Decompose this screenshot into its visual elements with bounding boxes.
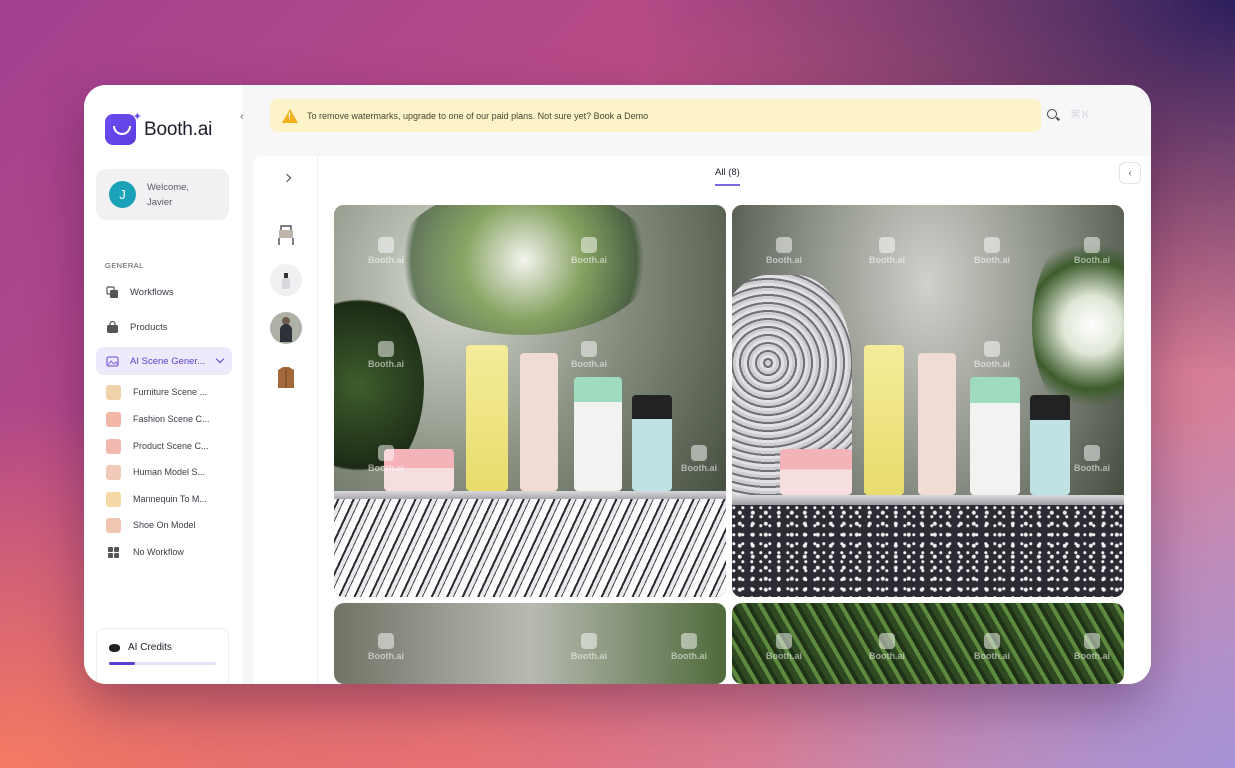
watermark: Booth.ai [972,633,1012,661]
subitem-label: Mannequin To M... [133,494,207,504]
subitem-label: Fashion Scene C... [133,414,210,424]
workflows-icon [106,285,119,299]
human-model-thumbnail-icon [106,464,121,480]
subitem-label: Shoe On Model [133,520,196,530]
watermark: Booth.ai [679,445,719,473]
furniture-thumbnail-icon [106,384,121,400]
sidebar: ✦ Booth.ai J Welcome, Javier GENERAL Wor… [84,85,242,684]
watermark: Booth.ai [1072,633,1112,661]
sidebar-item-label: AI Scene Gener... [130,355,205,367]
credits-progress-fill [109,662,135,665]
chevron-down-icon [215,354,225,364]
watermark: Booth.ai [1072,445,1112,473]
watermark: Booth.ai [366,341,406,369]
subitem-shoe-on-model[interactable]: Shoe On Model [106,515,226,535]
watermark-upgrade-banner[interactable]: To remove watermarks, upgrade to one of … [270,99,1041,132]
green-tube [574,377,622,491]
subitem-human-model[interactable]: Human Model S... [106,462,226,482]
banner-text: To remove watermarks, upgrade to one of … [307,110,649,121]
man-model-thumbnail[interactable] [270,312,302,344]
tab-all[interactable]: All (8) [715,167,740,186]
gallery-panel: All (8) ‹ Booth.ai Booth.ai Booth.ai Boo… [254,156,1151,684]
jacket-thumbnail[interactable] [270,360,302,392]
grid-icon [106,545,121,560]
product-thumbnail-rail [254,156,318,684]
generated-image-4[interactable]: Booth.ai Booth.ai Booth.ai Booth.ai [732,603,1124,684]
subitem-product-scene[interactable]: Product Scene C... [106,436,226,456]
subitem-furniture-scene[interactable]: Furniture Scene ... [106,382,226,402]
collapse-sidebar-icon[interactable]: ‹ [240,111,244,123]
section-label-general: GENERAL [105,261,144,270]
credits-progress-bar [109,662,216,665]
watermark: Booth.ai [867,633,907,661]
shoe-thumbnail-icon [106,517,121,533]
subitem-label: Human Model S... [133,467,206,477]
sidebar-item-workflows[interactable]: Workflows [96,278,232,306]
chevron-left-icon[interactable]: ‹ [1119,162,1141,184]
fashion-thumbnail-icon [106,411,121,427]
generated-image-1[interactable]: Booth.ai Booth.ai Booth.ai Booth.ai Boot… [334,205,726,597]
subitem-fashion-scene[interactable]: Fashion Scene C... [106,409,226,429]
brand-name: Booth.ai [144,118,213,140]
subitem-no-workflow[interactable]: No Workflow [106,542,226,562]
subitem-mannequin[interactable]: Mannequin To M... [106,489,226,509]
watermark: Booth.ai [569,237,609,265]
sidebar-item-ai-scene-generator[interactable]: AI Scene Gener... [96,347,232,375]
subitem-label: Product Scene C... [133,441,209,451]
sidebar-item-label: Workflows [130,286,174,298]
watermark: Booth.ai [867,237,907,265]
avatar: J [109,181,136,208]
user-card[interactable]: J Welcome, Javier [96,169,229,220]
watermark: Booth.ai [366,237,406,265]
sidebar-item-products[interactable]: Products [96,313,232,341]
dropper-bottle [632,395,672,491]
welcome-label: Welcome, [147,181,190,193]
chair-thumbnail[interactable] [270,218,302,250]
logo-icon: ✦ [105,111,142,145]
search-shortcut: ⌘K [1070,109,1091,121]
credits-label: AI Credits [128,642,172,653]
product-thumbnail-icon [106,438,121,454]
credits-coin-icon [109,643,120,652]
watermark: Booth.ai [764,633,804,661]
ai-credits-card[interactable]: AI Credits [96,628,229,684]
pink-bottle [520,353,558,491]
user-name: Javier [147,196,173,208]
watermark: Booth.ai [972,237,1012,265]
subitem-label: No Workflow [133,547,184,557]
bag-icon [106,320,119,334]
chevron-right-icon[interactable] [282,173,292,183]
watermark: Booth.ai [669,633,709,661]
watermark: Booth.ai [366,633,406,661]
generated-image-3[interactable]: Booth.ai Booth.ai Booth.ai [334,603,726,684]
watermark: Booth.ai [1072,237,1112,265]
search-icon[interactable] [1047,109,1057,119]
serum-bottle-thumbnail[interactable] [270,264,302,296]
watermark: Booth.ai [569,633,609,661]
yellow-bottle [466,345,508,491]
app-window: ✦ Booth.ai J Welcome, Javier GENERAL Wor… [84,85,1151,684]
generated-image-2[interactable]: Booth.ai Booth.ai Booth.ai Booth.ai Boot… [732,205,1124,597]
sidebar-item-label: Products [130,321,168,333]
brand-logo[interactable]: ✦ Booth.ai [105,111,213,145]
mannequin-thumbnail-icon [106,491,121,507]
warning-icon [282,108,298,123]
watermark: Booth.ai [972,341,1012,369]
watermark: Booth.ai [764,237,804,265]
subitem-label: Furniture Scene ... [133,387,208,397]
watermark: Booth.ai [366,445,406,473]
watermark: Booth.ai [569,341,609,369]
scene-icon [106,355,119,368]
